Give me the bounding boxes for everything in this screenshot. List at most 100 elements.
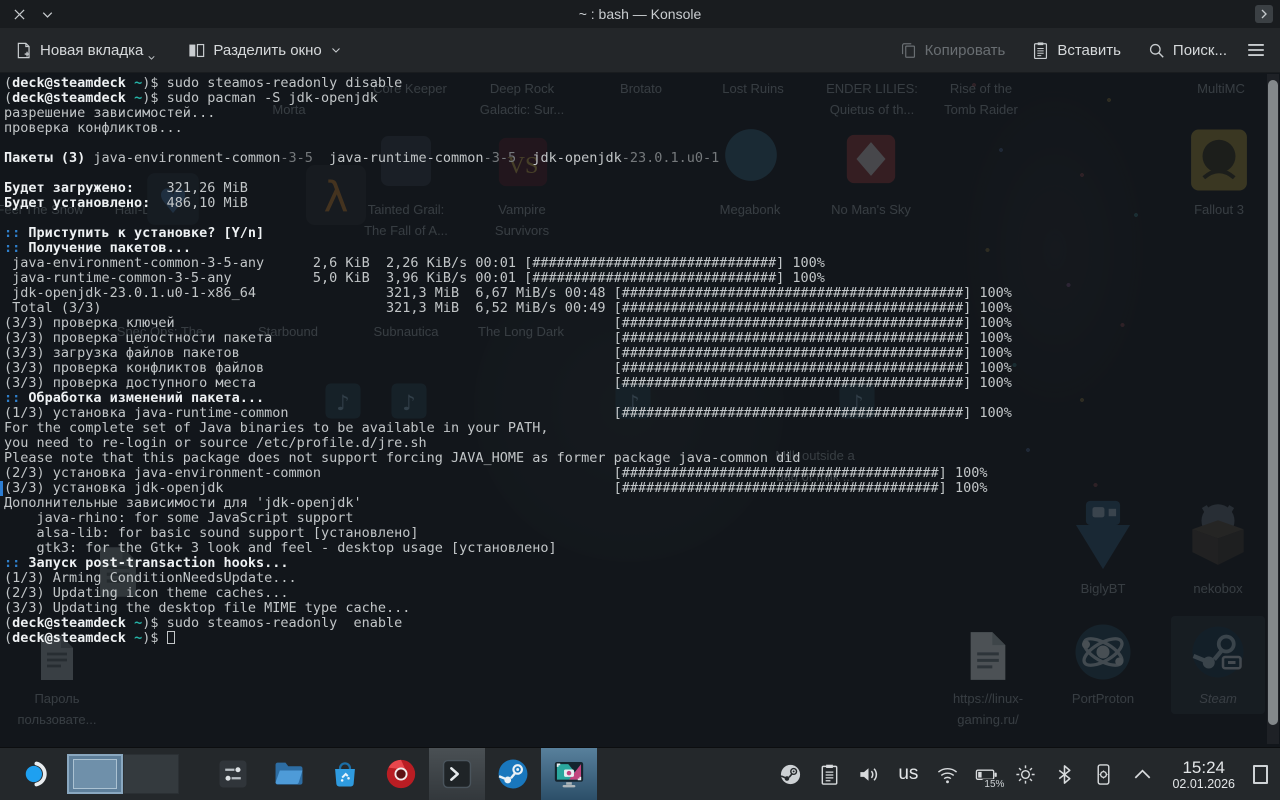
desktop-1-cell[interactable] [67, 754, 123, 794]
pager-window-thumb [73, 759, 117, 789]
search-label: Поиск... [1173, 42, 1227, 59]
split-window-label: Разделить окно [213, 42, 321, 59]
terminal-line: Будет установлено: 486,10 MiB [4, 196, 1012, 211]
taskbar-system-settings-button[interactable] [205, 748, 261, 800]
terminal-output[interactable]: (deck@steamdeck ~)$ sudo steamos-readonl… [4, 76, 1012, 646]
tray-kdeconnect[interactable] [1092, 763, 1115, 786]
terminal-line: (3/3) Updating the desktop file MIME typ… [4, 601, 1012, 616]
hamburger-menu-icon[interactable] [1245, 39, 1267, 61]
terminal-line: (3/3) проверка конфликтов файлов [######… [4, 361, 1012, 376]
tray-volume[interactable] [857, 763, 880, 786]
close-icon[interactable] [11, 6, 28, 23]
show-desktop-button[interactable] [1253, 765, 1268, 784]
terminal-line: :: Получение пакетов... [4, 241, 1012, 256]
new-tab-label: Новая вкладка [40, 42, 143, 59]
tray-bluetooth[interactable] [1053, 763, 1076, 786]
clock-date: 02.01.2026 [1172, 777, 1235, 791]
split-window-button[interactable]: Разделить окно [187, 41, 342, 60]
steam-app-icon [496, 757, 530, 791]
panel-expand-icon[interactable] [1255, 5, 1273, 23]
tray-keyboard-layout[interactable]: us [896, 763, 920, 785]
brightness-icon [1014, 763, 1037, 786]
konsole-icon [440, 757, 474, 791]
terminal-line: Please note that this package does not s… [4, 451, 1012, 466]
terminal-line: you need to re-login or source /etc/prof… [4, 436, 1012, 451]
taskbar-screenshot-tool-button[interactable] [541, 748, 597, 800]
terminal-line: разрешение зависимостей... [4, 106, 1012, 121]
terminal-cursor [167, 631, 175, 644]
terminal-line: (3/3) проверка доступного места [#######… [4, 376, 1012, 391]
terminal-line [4, 211, 1012, 226]
browser-icon [384, 757, 418, 791]
clipboard-icon [818, 763, 841, 786]
tray-steam[interactable] [779, 763, 802, 786]
paste-icon [1031, 41, 1050, 60]
split-icon [187, 41, 206, 60]
terminal-line: Будет загружено: 321,26 MiB [4, 181, 1012, 196]
terminal-line: :: Обработка изменений пакета... [4, 391, 1012, 406]
tray-battery[interactable]: 15% [975, 763, 998, 786]
terminal-line: java-rhino: for some JavaScript support [4, 511, 1012, 526]
taskbar-steam-button[interactable] [485, 748, 541, 800]
terminal-line: Дополнительные зависимости для 'jdk-open… [4, 496, 1012, 511]
volume-icon [857, 763, 880, 786]
paste-label: Вставить [1057, 42, 1121, 59]
terminal-line: gtk3: for the Gtk+ 3 look and feel - des… [4, 541, 1012, 556]
app-launcher-button[interactable] [22, 759, 52, 789]
bluetooth-icon [1053, 763, 1076, 786]
chev-down-icon [146, 52, 157, 63]
chevron-down-icon[interactable] [39, 6, 56, 23]
copy-icon [899, 41, 918, 60]
new-tab-button[interactable]: Новая вкладка [14, 38, 157, 63]
wifi-icon [936, 763, 959, 786]
terminal-line [4, 166, 1012, 181]
terminal-line: (1/3) установка java-runtime-common [###… [4, 406, 1012, 421]
terminal-line: :: Приступить к установке? [Y/n] [4, 226, 1012, 241]
steam-mono-icon [779, 763, 802, 786]
device-icon [1092, 763, 1115, 786]
terminal-line: Total (3/3) 321,3 MiB 6,52 MiB/s 00:49 [… [4, 301, 1012, 316]
desktop-2-cell[interactable] [123, 754, 179, 794]
virtual-desktop-pager[interactable] [67, 754, 179, 794]
new-tab-icon [14, 41, 33, 60]
terminal-line: (deck@steamdeck ~)$ sudo pacman -S jdk-o… [4, 91, 1012, 106]
search-icon [1147, 41, 1166, 60]
terminal-line: (3/3) загрузка файлов пакетов [#########… [4, 346, 1012, 361]
search-button[interactable]: Поиск... [1147, 41, 1227, 60]
terminal-line: java-environment-common-3-5-any 2,6 KiB … [4, 256, 1012, 271]
terminal-line: :: Запуск post-transaction hooks... [4, 556, 1012, 571]
taskbar-file-manager-button[interactable] [261, 748, 317, 800]
terminal-line: (2/3) Updating icon theme caches... [4, 586, 1012, 601]
terminal-line: (1/3) Arming ConditionNeedsUpdate... [4, 571, 1012, 586]
terminal-line: alsa-lib: for basic sound support [устан… [4, 526, 1012, 541]
screenshot-icon [552, 757, 586, 791]
scrollbar-thumb[interactable] [1268, 80, 1278, 725]
copy-button[interactable]: Копировать [899, 41, 1006, 60]
tray-expander[interactable] [1131, 763, 1154, 786]
discover-icon [328, 757, 362, 791]
tray-clipboard[interactable] [818, 763, 841, 786]
chev-down-icon [329, 43, 343, 57]
terminal-line: (deck@steamdeck ~)$ sudo steamos-readonl… [4, 616, 1012, 631]
terminal-line: (3/3) установка jdk-openjdk [###########… [4, 481, 1012, 496]
taskbar-browser-button[interactable] [373, 748, 429, 800]
terminal-line: (3/3) проверка целостности пакета [#####… [4, 331, 1012, 346]
terminal-line [4, 136, 1012, 151]
tray-network[interactable] [936, 763, 959, 786]
copy-label: Копировать [925, 42, 1006, 59]
terminal-line: java-runtime-common-3-5-any 5,0 KiB 3,96… [4, 271, 1012, 286]
konsole-toolbar: Новая вкладка Разделить окно Копировать Вс… [0, 28, 1280, 73]
terminal-line: Пакеты (3) java-environment-common-3-5 j… [4, 151, 1012, 166]
clock-time: 15:24 [1172, 758, 1235, 777]
terminal-line: (3/3) проверка ключей [#################… [4, 316, 1012, 331]
paste-button[interactable]: Вставить [1031, 41, 1121, 60]
tray-brightness[interactable] [1014, 763, 1037, 786]
taskbar-konsole-button[interactable] [429, 748, 485, 800]
taskbar-discover-button[interactable] [317, 748, 373, 800]
settings-icon [216, 757, 250, 791]
terminal-line: (deck@steamdeck ~)$ sudo steamos-readonl… [4, 76, 1012, 91]
clock[interactable]: 15:24 02.01.2026 [1172, 758, 1235, 791]
terminal-line: проверка конфликтов... [4, 121, 1012, 136]
terminal-line: (deck@steamdeck ~)$ [4, 631, 1012, 646]
window-titlebar: ~ : bash — Konsole [0, 0, 1280, 28]
